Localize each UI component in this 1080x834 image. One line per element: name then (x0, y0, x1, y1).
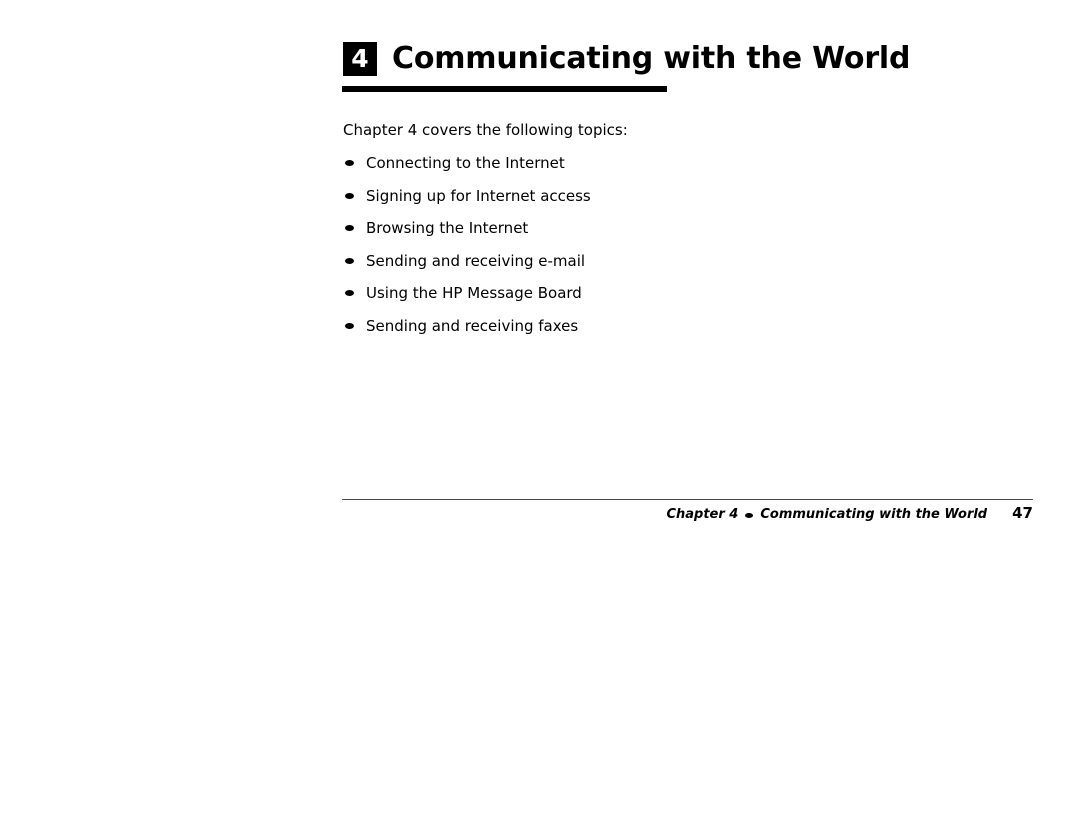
list-item-label: Connecting to the Internet (366, 154, 565, 172)
page-number: 47 (1012, 504, 1033, 522)
footer-rule (342, 499, 1033, 500)
list-item-label: Browsing the Internet (366, 219, 529, 237)
bullet-icon (345, 290, 354, 296)
list-item: Signing up for Internet access (343, 186, 983, 219)
list-item-label: Signing up for Internet access (366, 186, 591, 205)
chapter-number-badge: 4 (343, 42, 377, 76)
bullet-icon (345, 225, 354, 231)
bullet-icon (345, 257, 354, 264)
list-item-label: Sending and receiving faxes (366, 316, 579, 335)
list-item: Browsing the Internet (343, 218, 983, 251)
footer-chapter-label: Chapter 4 (666, 507, 739, 522)
footer-chapter-title: Communicating with the World (760, 507, 988, 522)
bullet-icon (345, 160, 354, 166)
list-item-label: Sending and receiving e-mail (366, 251, 586, 270)
list-item: Sending and receiving faxes (343, 316, 983, 349)
list-item: Connecting to the Internet (343, 153, 983, 186)
page-footer: Chapter 4 Communicating with the World 4… (342, 504, 1033, 524)
page-title: Communicating with the World (392, 41, 911, 76)
bullet-icon (745, 513, 754, 518)
list-item: Using the HP Message Board (343, 283, 983, 316)
document-page: 4 Communicating with the World Chapter 4… (0, 0, 1080, 834)
heading-rule (342, 86, 667, 92)
list-item: Sending and receiving e-mail (343, 251, 983, 284)
footer-content: Chapter 4 Communicating with the World 4… (666, 504, 1033, 524)
list-item-label: Using the HP Message Board (366, 284, 582, 302)
intro-text: Chapter 4 covers the following topics: (343, 121, 628, 139)
topic-list: Connecting to the Internet Signing up fo… (343, 153, 983, 348)
bullet-icon (345, 322, 354, 329)
bullet-icon (345, 192, 354, 199)
